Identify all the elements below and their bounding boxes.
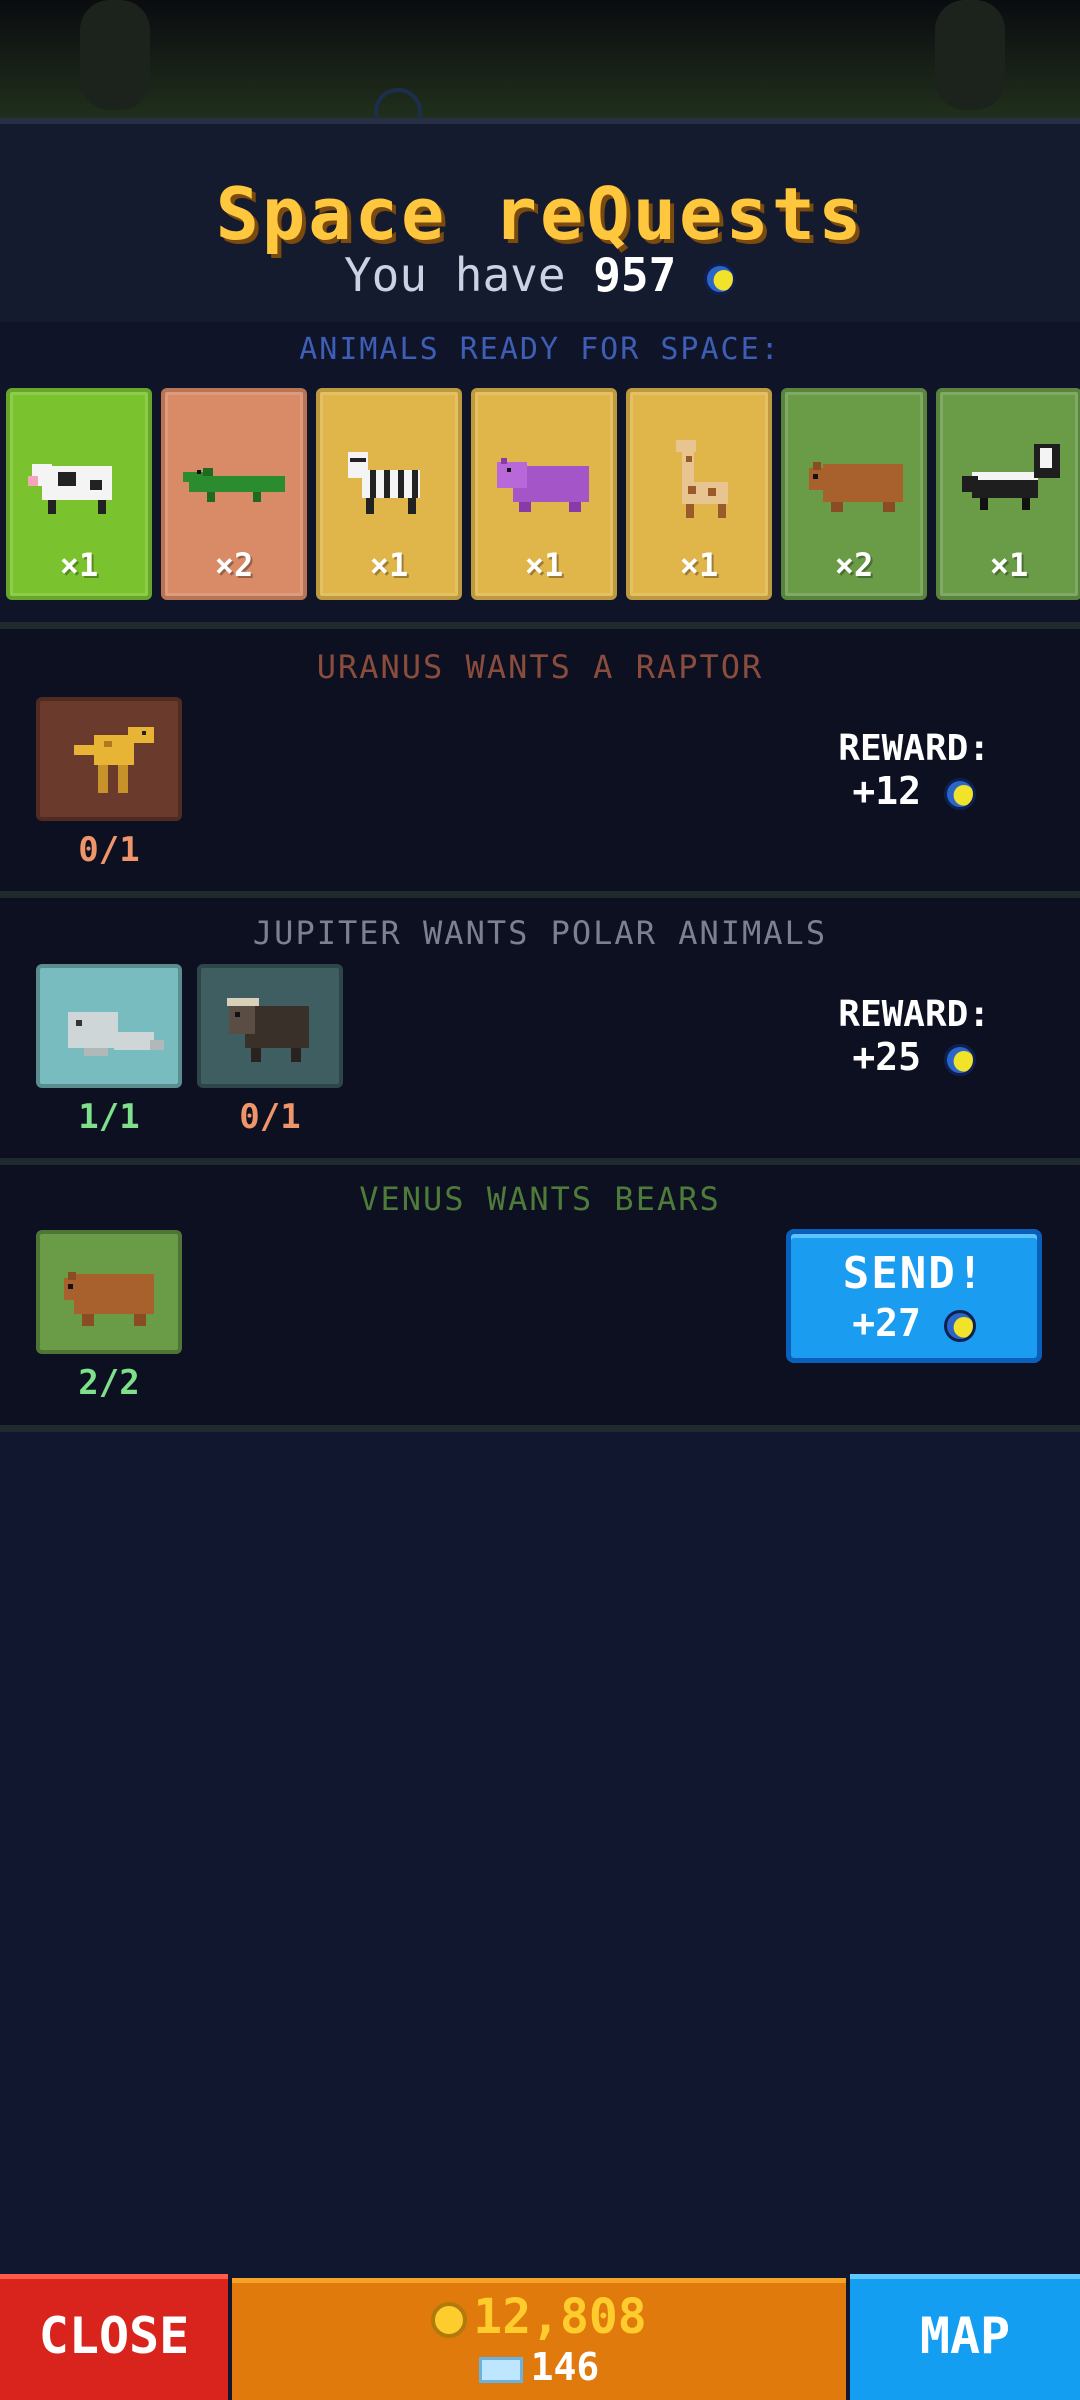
- game-world-backdrop: [0, 0, 1080, 136]
- gem-amount: 146: [530, 2345, 600, 2389]
- animal-card-giraffe[interactable]: ×1: [626, 388, 772, 600]
- animal-card-zebra[interactable]: ×1: [316, 388, 462, 600]
- gold-amount: 12,808: [473, 2289, 647, 2345]
- zebra-icon: [348, 452, 420, 514]
- skunk-icon: [962, 444, 1060, 510]
- seal-icon: [68, 1012, 164, 1056]
- reward-label: REWARD:: [838, 994, 990, 1035]
- slot-progress: 2/2: [78, 1363, 140, 1403]
- ticket-icon: [478, 2356, 523, 2383]
- page-title: Space reQuests: [215, 172, 865, 256]
- reward-box: REWARD: +25: [838, 994, 990, 1078]
- divider: [0, 1158, 1080, 1165]
- slot-bear[interactable]: [36, 1230, 182, 1354]
- reward-label: REWARD:: [838, 728, 990, 769]
- animal-card-hippo[interactable]: ×1: [471, 388, 617, 600]
- currency-summary: You have 957: [0, 248, 1080, 302]
- hippo-icon: [497, 458, 589, 512]
- moon-coin-icon: [943, 1043, 976, 1076]
- animal-card-cow[interactable]: ×1: [6, 388, 152, 600]
- moon-coin-icon: [943, 777, 976, 810]
- slot-progress: 0/1: [239, 1097, 301, 1137]
- animal-count: ×1: [989, 546, 1029, 584]
- send-reward-value: +27: [852, 1301, 921, 1345]
- ready-animals-title: ANIMALS READY FOR SPACE:: [299, 332, 781, 367]
- slot-muskox[interactable]: [197, 964, 343, 1088]
- animal-card-bear[interactable]: ×2: [781, 388, 927, 600]
- money-display: 12,808 146: [232, 2278, 846, 2400]
- send-button[interactable]: SEND! +27: [786, 1229, 1042, 1363]
- reward-value: +25: [852, 1035, 922, 1079]
- gold-coin-icon: [431, 2302, 468, 2338]
- giraffe-icon: [676, 440, 728, 518]
- request-title: JUPITER WANTS POLAR ANIMALS: [252, 914, 828, 952]
- animal-count: ×1: [369, 546, 409, 584]
- you-have-label: You have: [343, 248, 566, 302]
- animal-count: ×2: [834, 546, 874, 584]
- animal-card-skunk[interactable]: ×1: [936, 388, 1080, 600]
- tree-silhouette: [80, 0, 150, 110]
- animal-card-crocodile[interactable]: ×2: [161, 388, 307, 600]
- cow-icon: [28, 464, 112, 514]
- slot-progress: 1/1: [78, 1097, 140, 1137]
- crocodile-icon: [183, 468, 285, 502]
- reward-box: REWARD: +12: [838, 728, 990, 812]
- animal-count: ×1: [59, 546, 99, 584]
- divider: [0, 1425, 1080, 1432]
- reward-value: +12: [852, 769, 922, 813]
- slot-seal[interactable]: [36, 964, 182, 1088]
- currency-amount: 957: [593, 248, 677, 302]
- tree-silhouette: [935, 0, 1005, 110]
- close-button[interactable]: CLOSE: [0, 2274, 228, 2400]
- ready-animals-list: ×1 ×2 ×1 ×1 ×1 ×2 ×1: [6, 388, 1080, 600]
- animal-count: ×1: [524, 546, 564, 584]
- raptor-icon: [74, 727, 154, 793]
- moon-coin-icon: [943, 1309, 976, 1342]
- animal-count: ×1: [679, 546, 719, 584]
- map-button[interactable]: MAP: [850, 2274, 1080, 2400]
- animal-count: ×2: [214, 546, 254, 584]
- divider: [0, 622, 1080, 629]
- space-requests-header: Space reQuests You have 957: [0, 118, 1080, 322]
- bottom-bar: CLOSE 12,808 146 MAP: [0, 2274, 1080, 2400]
- send-label: SEND!: [842, 1248, 986, 1299]
- moon-coin-icon: [704, 262, 737, 295]
- slot-progress: 0/1: [78, 830, 140, 870]
- divider: [0, 891, 1080, 898]
- muskox-icon: [227, 998, 309, 1062]
- bear-icon: [64, 1272, 154, 1326]
- request-title: VENUS WANTS BEARS: [359, 1180, 721, 1218]
- request-title: URANUS WANTS A RAPTOR: [316, 648, 764, 686]
- slot-raptor[interactable]: [36, 697, 182, 821]
- bear-icon: [809, 462, 903, 512]
